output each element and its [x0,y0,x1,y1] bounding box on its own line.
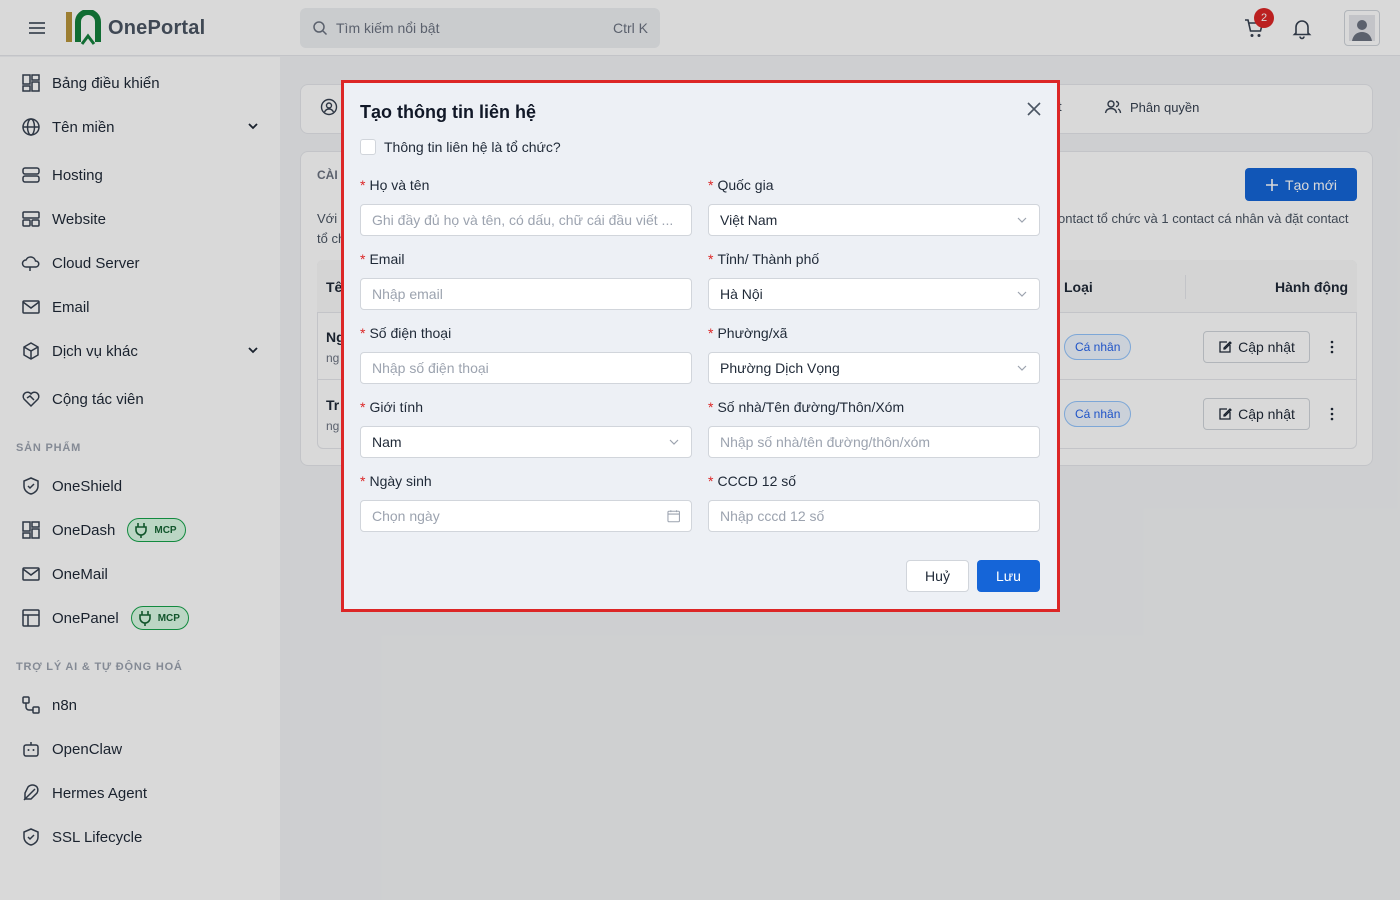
province-select[interactable]: Hà Nội [708,278,1040,310]
province-label: * Tỉnh/ Thành phố [708,251,820,267]
phone-field[interactable] [360,352,692,384]
cancel-button[interactable]: Huỷ [906,560,969,592]
country-label: * Quốc gia [708,177,774,193]
cccd-label: * CCCD 12 số [708,473,797,489]
country-select[interactable]: Việt Nam [708,204,1040,236]
dob-label: * Ngày sinh [360,473,432,489]
ward-select[interactable]: Phường Dịch Vọng [708,352,1040,384]
address-field[interactable] [708,426,1040,458]
modal-title: Tạo thông tin liên hệ [360,102,536,122]
fullname-field[interactable] [360,204,692,236]
ward-label: * Phường/xã [708,325,788,341]
email-label: * Email [360,251,405,267]
email-input[interactable] [372,286,680,302]
org-checkbox[interactable] [360,139,376,155]
save-button[interactable]: Lưu [977,560,1040,592]
email-field[interactable] [360,278,692,310]
country-value: Việt Nam [720,212,778,228]
chevron-down-icon [669,439,679,445]
fullname-input[interactable] [372,212,680,228]
chevron-down-icon [1017,365,1027,371]
province-value: Hà Nội [720,286,763,302]
chevron-down-icon [1017,217,1027,223]
phone-input[interactable] [372,360,680,376]
phone-label: * Số điện thoại [360,325,452,341]
ward-value: Phường Dịch Vọng [720,360,840,376]
dob-field[interactable] [360,500,692,532]
close-icon[interactable] [1025,100,1043,118]
dob-input[interactable] [372,508,667,524]
cccd-input[interactable] [720,508,1028,524]
gender-value: Nam [372,434,402,450]
calendar-icon[interactable] [667,509,680,523]
gender-select[interactable]: Nam [360,426,692,458]
address-label: * Số nhà/Tên đường/Thôn/Xóm [708,399,905,415]
address-input[interactable] [720,434,1028,450]
create-contact-modal: Tạo thông tin liên hệ Thông tin liên hệ … [341,80,1060,612]
fullname-label: * Họ và tên [360,177,430,193]
cccd-field[interactable] [708,500,1040,532]
org-checkbox-label[interactable]: Thông tin liên hệ là tổ chức? [384,139,561,155]
gender-label: * Giới tính [360,399,423,415]
chevron-down-icon [1017,291,1027,297]
